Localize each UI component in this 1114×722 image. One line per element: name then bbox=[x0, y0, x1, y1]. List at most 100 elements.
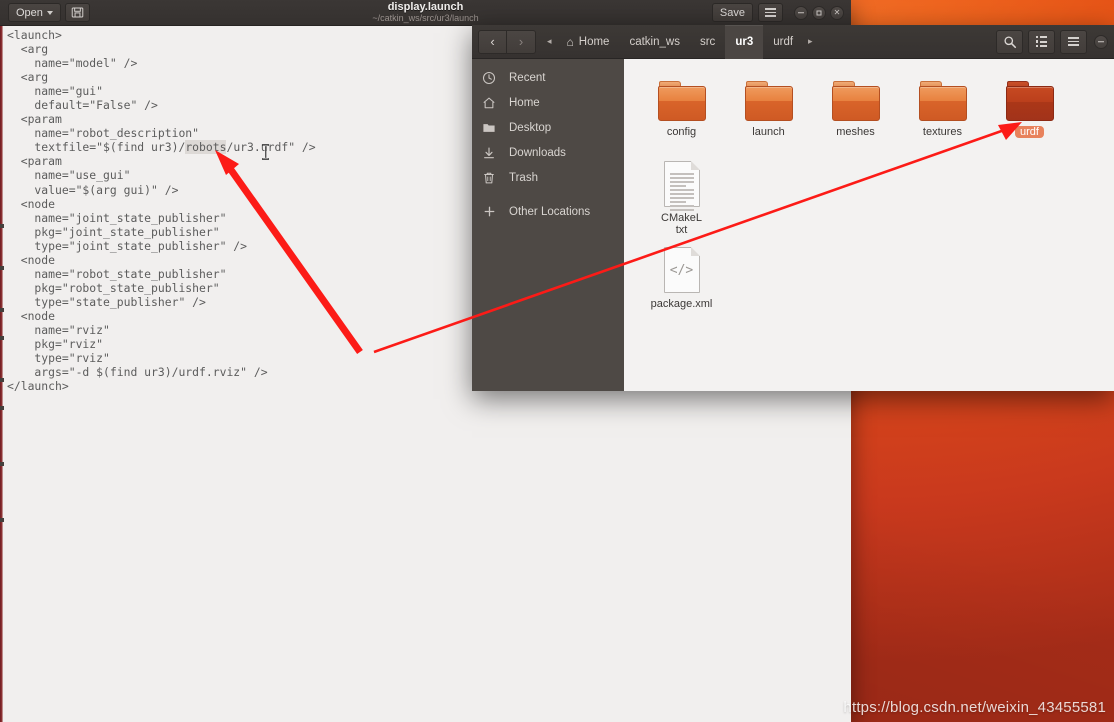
file-item-config[interactable]: config bbox=[638, 67, 725, 153]
folder-icon bbox=[918, 71, 967, 121]
save-button[interactable]: Save bbox=[711, 3, 753, 22]
gutter-tick bbox=[0, 462, 4, 466]
breadcrumb-item-urdf[interactable]: urdf bbox=[763, 25, 803, 59]
breadcrumb-item-label: catkin_ws bbox=[629, 35, 680, 48]
gutter-tick bbox=[0, 266, 4, 270]
sidebar-item-trash[interactable]: Trash bbox=[472, 165, 624, 190]
folder-icon bbox=[657, 71, 706, 121]
gutter-tick bbox=[0, 406, 4, 410]
sidebar-item-recent[interactable]: Recent bbox=[472, 65, 624, 90]
file-grid: config launch meshes textures urdf CMake… bbox=[638, 67, 1114, 325]
file-item-label: CMakeL txt bbox=[661, 212, 702, 236]
download-icon bbox=[481, 146, 497, 160]
sidebar: Recent Home Desktop Downloads Trash Othe… bbox=[472, 59, 624, 391]
file-item-meshes[interactable]: meshes bbox=[812, 67, 899, 153]
home-icon: ⌂ bbox=[566, 34, 574, 49]
breadcrumb-item-home[interactable]: ⌂ Home bbox=[557, 25, 620, 59]
sidebar-item-other-locations[interactable]: Other Locations bbox=[472, 199, 624, 224]
hamburger-menu-icon bbox=[1068, 37, 1079, 46]
sidebar-item-label: Downloads bbox=[509, 146, 566, 159]
close-button[interactable]: ✕ bbox=[830, 5, 844, 20]
file-item-urdf[interactable]: urdf bbox=[986, 67, 1073, 153]
sidebar-item-desktop[interactable]: Desktop bbox=[472, 115, 624, 140]
sidebar-item-label: Trash bbox=[509, 171, 538, 184]
sidebar-item-label: Desktop bbox=[509, 121, 552, 134]
gutter-tick bbox=[0, 336, 4, 340]
sidebar-item-label: Home bbox=[509, 96, 540, 109]
editor-left-stripe bbox=[0, 26, 3, 722]
file-item-label: meshes bbox=[836, 126, 875, 138]
navigation-buttons: ‹ › bbox=[478, 29, 536, 54]
home-icon bbox=[481, 96, 497, 110]
list-view-icon bbox=[1035, 35, 1048, 48]
file-manager-headerbar: ‹ › ◂ ⌂ Home catkin_ws src ur3 urdf ▸ bbox=[472, 25, 1114, 59]
sidebar-item-label: Other Locations bbox=[509, 205, 591, 218]
breadcrumb: ◂ ⌂ Home catkin_ws src ur3 urdf ▸ bbox=[542, 25, 818, 59]
file-item-launch[interactable]: launch bbox=[725, 67, 812, 153]
gutter-tick bbox=[0, 224, 4, 228]
file-item-label: package.xml bbox=[650, 298, 713, 310]
file-manager-minimize-button[interactable] bbox=[1094, 34, 1108, 49]
hamburger-menu-icon bbox=[765, 8, 776, 17]
file-item-cmakelists[interactable]: CMakeL txt bbox=[638, 153, 725, 239]
save-as-button[interactable] bbox=[64, 3, 90, 22]
file-item-label: urdf bbox=[1015, 126, 1044, 138]
forward-button[interactable]: › bbox=[507, 29, 536, 54]
document-icon bbox=[663, 157, 700, 211]
file-list-area[interactable]: config launch meshes textures urdf CMake… bbox=[624, 59, 1114, 391]
chevron-down-icon bbox=[46, 10, 53, 15]
file-manager-menu-button[interactable] bbox=[1060, 29, 1087, 54]
file-item-label: config bbox=[666, 126, 697, 138]
open-button[interactable]: Open bbox=[8, 3, 61, 22]
folder-icon bbox=[1005, 71, 1054, 121]
gutter-tick bbox=[0, 378, 4, 382]
folder-icon bbox=[831, 71, 880, 121]
file-item-package-xml[interactable]: </> package.xml bbox=[638, 239, 725, 325]
breadcrumb-item-src[interactable]: src bbox=[690, 25, 725, 59]
gutter-tick bbox=[0, 518, 4, 522]
open-button-label: Open bbox=[16, 6, 43, 19]
minimize-button[interactable] bbox=[794, 5, 808, 20]
breadcrumb-scroll-left-icon[interactable]: ◂ bbox=[542, 25, 557, 59]
save-button-label: Save bbox=[719, 6, 745, 19]
back-button[interactable]: ‹ bbox=[478, 29, 507, 54]
file-item-label: launch bbox=[752, 126, 785, 138]
plus-icon bbox=[481, 205, 497, 218]
page-subtitle-path: ~/catkin_ws/src/ur3/launch bbox=[372, 13, 479, 23]
save-as-icon bbox=[71, 7, 84, 18]
breadcrumb-item-label: urdf bbox=[773, 35, 794, 48]
code-selected-text: robots bbox=[185, 140, 227, 155]
gutter-tick bbox=[0, 308, 4, 312]
search-button[interactable] bbox=[996, 29, 1023, 54]
file-item-textures[interactable]: textures bbox=[899, 67, 986, 153]
source-code-content: <launch> <arg name="model" /> <arg name=… bbox=[7, 28, 316, 393]
editor-window-controls: ✕ bbox=[794, 5, 844, 20]
view-toggle-button[interactable] bbox=[1028, 29, 1055, 54]
breadcrumb-item-label: src bbox=[699, 35, 716, 48]
breadcrumb-item-label: Home bbox=[578, 35, 610, 48]
breadcrumb-scroll-right-icon[interactable]: ▸ bbox=[803, 25, 818, 59]
watermark-text: https://blog.csdn.net/weixin_43455581 bbox=[843, 699, 1106, 716]
file-manager-window: ‹ › ◂ ⌂ Home catkin_ws src ur3 urdf ▸ Re… bbox=[472, 25, 1114, 391]
breadcrumb-item-ur3[interactable]: ur3 bbox=[725, 25, 764, 59]
sidebar-divider bbox=[472, 190, 624, 199]
folder-icon bbox=[744, 71, 793, 121]
editor-headerbar: Open display.launch ~/catkin_ws/src/ur3/… bbox=[0, 0, 851, 26]
editor-menu-button[interactable] bbox=[758, 3, 783, 22]
maximize-button[interactable] bbox=[812, 5, 826, 20]
clock-icon bbox=[481, 71, 497, 85]
file-manager-body: Recent Home Desktop Downloads Trash Othe… bbox=[472, 59, 1114, 391]
breadcrumb-item-label: ur3 bbox=[735, 35, 754, 48]
sidebar-item-downloads[interactable]: Downloads bbox=[472, 140, 624, 165]
code-after-selection: /ur3.urdf" /> <param name="use_gui" valu… bbox=[7, 140, 316, 394]
sidebar-item-label: Recent bbox=[509, 71, 546, 84]
search-icon bbox=[1003, 35, 1016, 48]
file-item-label: textures bbox=[922, 126, 963, 138]
page-title: display.launch bbox=[387, 1, 464, 13]
trash-icon bbox=[481, 171, 497, 185]
code-document-icon: </> bbox=[663, 243, 700, 293]
sidebar-item-home[interactable]: Home bbox=[472, 90, 624, 115]
code-before-selection: <launch> <arg name="model" /> <arg name=… bbox=[7, 28, 200, 155]
folder-icon bbox=[481, 121, 497, 135]
breadcrumb-item-catkin-ws[interactable]: catkin_ws bbox=[619, 25, 690, 59]
